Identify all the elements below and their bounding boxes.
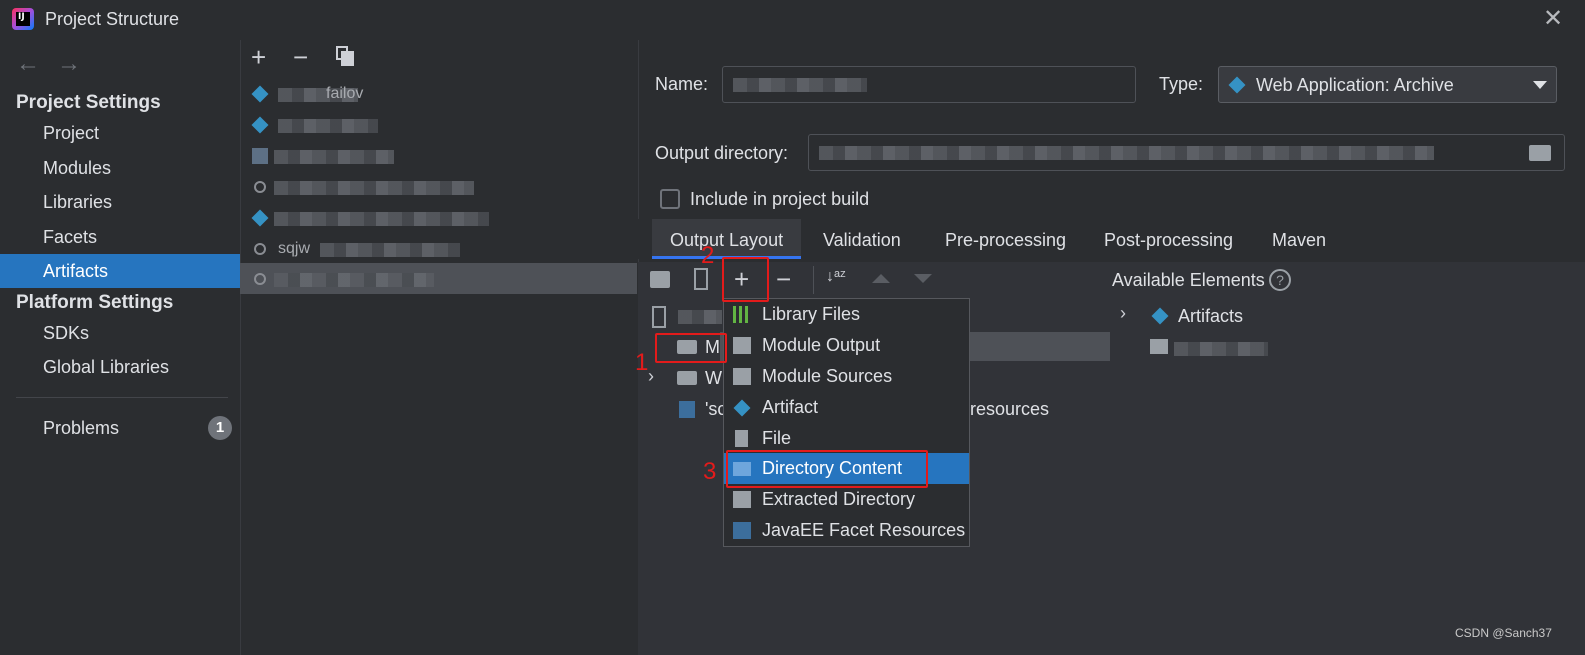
web-application-icon [1228, 76, 1246, 94]
tab-output-layout[interactable]: Output Layout [652, 219, 802, 259]
problems-count-badge: 1 [208, 416, 232, 440]
artifact-row-text: sqjw [278, 240, 311, 257]
forward-arrow-icon[interactable]: → [57, 50, 81, 78]
copy-artifact-button[interactable] [336, 46, 354, 66]
move-up-icon[interactable] [872, 274, 890, 283]
close-icon[interactable]: ✕ [1543, 4, 1563, 33]
folder-icon [677, 371, 697, 385]
layout-tree-node-suffix: resources [970, 399, 1050, 419]
artifact-diamond-icon [251, 209, 269, 227]
sort-icon[interactable]: ↓ᵃᶻ [826, 268, 846, 286]
sidebar-item-project[interactable]: Project [0, 116, 240, 150]
menu-item-module-sources[interactable]: Module Sources [724, 361, 969, 392]
artifact-row-text: failov [326, 85, 364, 102]
sidebar-divider [16, 397, 228, 398]
web-archive-icon [254, 181, 266, 193]
javaee-icon [733, 522, 751, 539]
chevron-right-icon[interactable]: › [648, 366, 654, 387]
artifact-diamond-icon [251, 85, 269, 103]
sidebar-item-sdks[interactable]: SDKs [0, 316, 240, 350]
intellij-logo-icon: IJ [12, 8, 34, 30]
remove-element-button[interactable]: − [776, 266, 791, 292]
help-icon[interactable]: ? [1269, 269, 1291, 291]
chevron-down-icon [1533, 81, 1547, 89]
menu-item-artifact[interactable]: Artifact [724, 392, 969, 423]
artifact-row[interactable]: failov [240, 79, 637, 110]
annotation-box-3 [726, 450, 928, 488]
web-archive-icon [254, 273, 266, 285]
sidebar-item-artifacts[interactable]: Artifacts [0, 254, 240, 288]
sidebar-item-modules[interactable]: Modules [0, 151, 240, 185]
file-icon [735, 430, 748, 447]
layout-tree-node[interactable]: W [705, 368, 722, 389]
module-output-icon [733, 337, 751, 354]
module-sources-icon [733, 368, 751, 385]
artifact-row[interactable] [240, 203, 637, 234]
menu-item-library-files[interactable]: Library Files [724, 299, 969, 330]
archive-icon [252, 148, 268, 164]
menu-item-extracted-directory[interactable]: Extracted Directory [724, 484, 969, 515]
artifact-diamond-icon [733, 399, 751, 417]
artifact-row[interactable]: sqjw [240, 234, 637, 265]
artifact-row[interactable] [240, 110, 637, 141]
annotation-box-1 [655, 333, 727, 363]
web-archive-icon [679, 401, 695, 418]
annotation-box-2 [722, 257, 769, 302]
menu-item-javaee-facet-resources[interactable]: JavaEE Facet Resources [724, 515, 969, 546]
sidebar-item-problems[interactable]: Problems [0, 411, 240, 445]
artifact-row[interactable] [240, 172, 637, 203]
include-in-build-checkbox[interactable] [660, 189, 680, 209]
platform-settings-header: Platform Settings [16, 292, 174, 313]
artifact-diamond-icon [251, 116, 269, 134]
sidebar-item-facets[interactable]: Facets [0, 220, 240, 254]
annotation-label-2: 2 [701, 242, 715, 269]
back-arrow-icon[interactable]: ← [16, 50, 40, 78]
chevron-right-icon[interactable]: › [1120, 303, 1126, 324]
archive-icon [652, 306, 666, 328]
type-select-value: Web Application: Archive [1256, 75, 1454, 95]
tab-pre-processing[interactable]: Pre-processing [927, 219, 1084, 259]
module-output-icon [1150, 339, 1168, 354]
web-archive-icon [254, 243, 266, 255]
new-directory-icon[interactable] [650, 271, 670, 288]
name-field[interactable] [722, 66, 1136, 103]
available-elements-label: Available Elements [1112, 270, 1265, 290]
menu-item-module-output[interactable]: Module Output [724, 330, 969, 361]
add-artifact-button[interactable]: + [251, 44, 266, 70]
annotation-label-3: 3 [703, 458, 717, 485]
sidebar-item-global-libraries[interactable]: Global Libraries [0, 350, 240, 384]
output-directory-field[interactable] [808, 134, 1565, 171]
tab-post-processing[interactable]: Post-processing [1086, 219, 1251, 259]
folder-browse-icon[interactable] [1529, 145, 1551, 161]
include-in-build-label: Include in project build [690, 189, 870, 209]
move-down-icon[interactable] [914, 274, 932, 283]
sidebar-item-libraries[interactable]: Libraries [0, 185, 240, 219]
output-directory-label: Output directory: [655, 143, 789, 163]
available-artifacts-node[interactable]: Artifacts [1178, 306, 1243, 327]
project-settings-header: Project Settings [16, 92, 161, 113]
title-bar [0, 0, 1585, 40]
type-select[interactable]: Web Application: Archive [1218, 66, 1557, 103]
name-label: Name: [655, 74, 709, 94]
archive-icon[interactable] [694, 268, 708, 290]
remove-artifact-button[interactable]: − [293, 44, 308, 70]
annotation-label-1: 1 [635, 349, 649, 376]
watermark: CSDN @Sanch37 [1455, 626, 1552, 640]
extracted-directory-icon [733, 491, 751, 508]
tab-validation[interactable]: Validation [805, 219, 919, 259]
tab-maven[interactable]: Maven [1254, 219, 1344, 259]
artifact-row[interactable] [240, 141, 637, 172]
window-title: Project Structure [45, 9, 180, 29]
type-label: Type: [1159, 74, 1204, 94]
artifact-row-selected[interactable] [240, 263, 637, 294]
library-icon [733, 306, 751, 323]
